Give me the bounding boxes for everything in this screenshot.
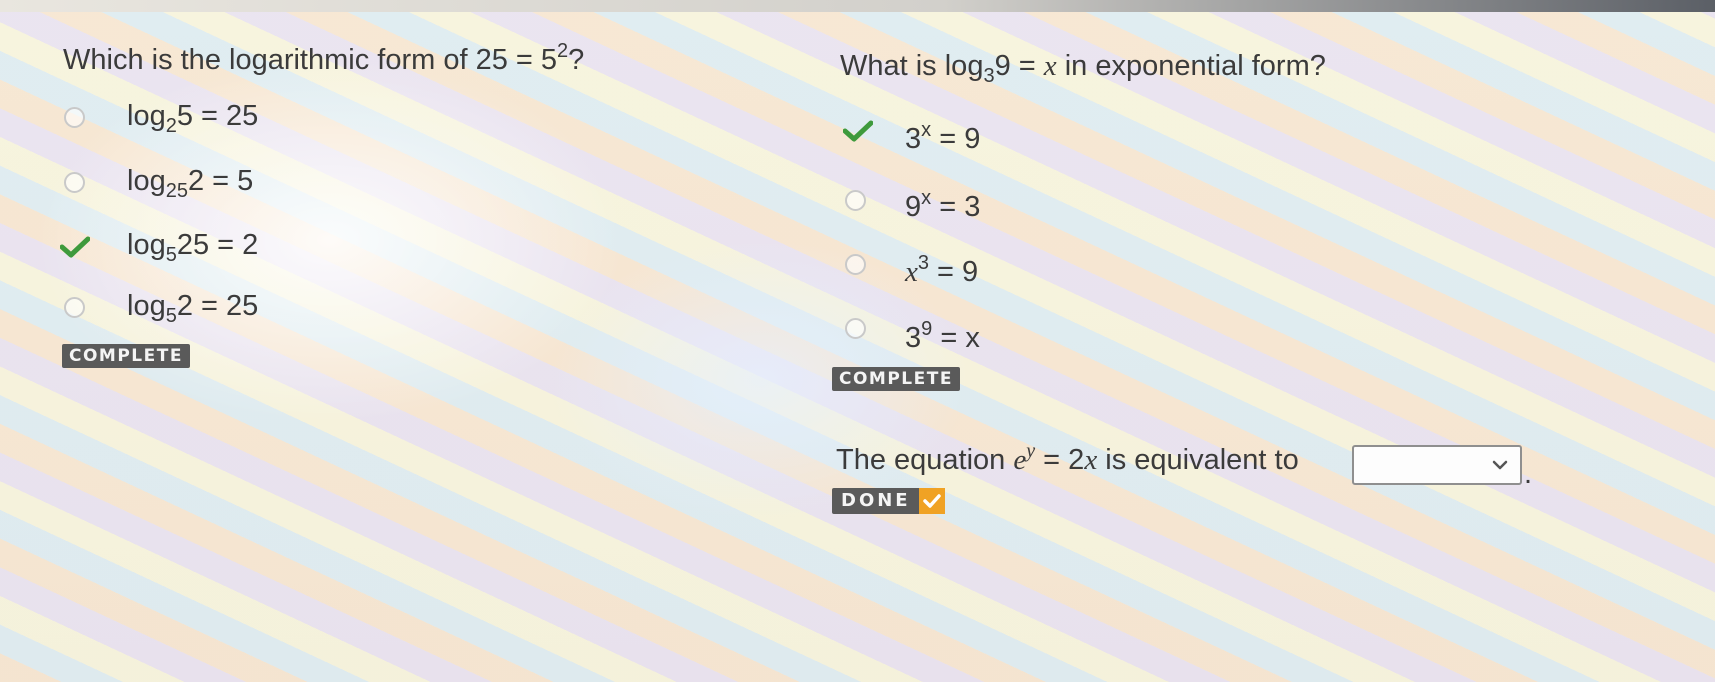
q1-option3-label[interactable]: log525 = 2 <box>127 229 258 267</box>
q2-option3-label[interactable]: x3 = 9 <box>905 252 978 289</box>
question1-text: Which is the logarithmic form of 25 = 52… <box>63 40 585 76</box>
question3-text: The equation ey = 2x is equivalent to <box>836 440 1299 476</box>
done-button[interactable]: DONE <box>832 488 945 514</box>
sentence-period: . <box>1524 458 1533 490</box>
q1-option2-radio[interactable] <box>64 172 85 193</box>
done-label: DONE <box>841 490 911 511</box>
equivalent-dropdown[interactable] <box>1352 445 1522 485</box>
checkmark-icon <box>60 236 90 258</box>
q1-option4-label[interactable]: log52 = 25 <box>127 290 258 328</box>
q2-option3-radio[interactable] <box>845 254 866 275</box>
top-bar <box>0 0 1715 12</box>
q1-option2-label[interactable]: log252 = 5 <box>127 165 253 203</box>
q1-option1-label[interactable]: log25 = 25 <box>127 100 258 138</box>
question2-text: What is log39 = x in exponential form? <box>840 50 1326 87</box>
q2-option4-radio[interactable] <box>845 318 866 339</box>
q2-complete-badge: COMPLETE <box>832 367 960 391</box>
checkmark-icon <box>918 488 945 514</box>
checkmark-icon <box>843 120 873 142</box>
q2-option4-label[interactable]: 39 = x <box>905 318 980 355</box>
q1-option1-radio[interactable] <box>64 107 85 128</box>
q1-option4-radio[interactable] <box>64 297 85 318</box>
q1-complete-badge: COMPLETE <box>62 344 190 368</box>
chevron-down-icon <box>1492 460 1508 470</box>
q2-option2-radio[interactable] <box>845 190 866 211</box>
q2-option1-label[interactable]: 3x = 9 <box>905 119 980 156</box>
q2-option2-label[interactable]: 9x = 3 <box>905 187 980 224</box>
